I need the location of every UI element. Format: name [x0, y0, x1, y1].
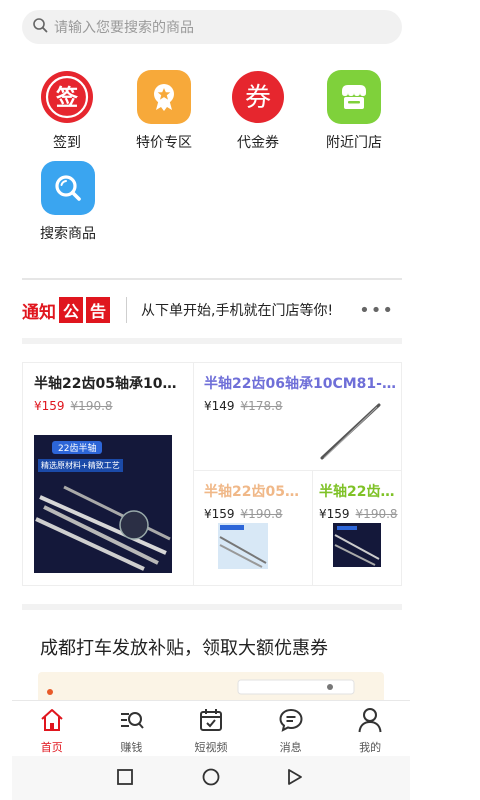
product-price-row: ¥159 ¥190.8 [204, 507, 306, 521]
search-bar[interactable]: 请输入您要搜索的商品 [22, 10, 402, 44]
notice-box-2: 告 [86, 297, 111, 323]
notice-divider [126, 297, 128, 323]
category-coupon[interactable]: 券 代金券 [213, 70, 303, 152]
category-sign-in[interactable]: 签 签到 [22, 70, 112, 152]
section-divider [22, 338, 402, 344]
product-price-row: ¥159 ¥190.8 [319, 507, 399, 521]
product-card[interactable]: 半轴22齿05轴承10C... ¥159 ¥190.8 22齿半轴 精选原材料+精… [34, 373, 184, 573]
sign-in-icon: 签 [40, 70, 94, 124]
search-icon [32, 17, 48, 37]
category-label: 代金券 [237, 135, 279, 151]
video-calendar-icon [199, 709, 222, 731]
recent-apps-icon[interactable] [117, 769, 133, 785]
grid-divider [194, 470, 401, 471]
bottom-tab-bar: 首页 赚钱 短视频 消息 我的 [12, 700, 410, 756]
search-placeholder: 请输入您要搜索的商品 [54, 20, 194, 36]
grid-divider [312, 471, 313, 585]
home-icon [41, 709, 63, 731]
product-card[interactable]: 半轴22齿06轴承10CM81-8... ¥149 ¥178.8 [204, 373, 399, 460]
section-divider [22, 604, 402, 610]
sign-in-glyph: 签 [55, 85, 79, 111]
system-nav-bar [12, 756, 410, 800]
product-old-price: ¥190.8 [240, 507, 283, 521]
ribbon-badge-icon [137, 70, 191, 124]
tab-label: 消息 [279, 741, 302, 754]
product-price-row: ¥159 ¥190.8 [34, 399, 184, 413]
product-image [333, 523, 381, 567]
category-nearby-store[interactable]: 附近门店 [309, 70, 399, 152]
store-icon [327, 70, 381, 124]
notice-bar[interactable]: 通知 公 告 从下单开始,手机就在门店等你! ••• [22, 292, 402, 328]
notice-box-1: 公 [59, 297, 84, 323]
profile-icon [358, 708, 382, 733]
product-title: 半轴22齿05轴承10C... [34, 376, 184, 392]
coupon-glyph: 券 [245, 83, 271, 113]
product-image: 22齿半轴 精选原材料+精致工艺 [34, 435, 172, 573]
more-icon[interactable]: ••• [359, 300, 394, 321]
tab-label: 短视频 [194, 741, 228, 754]
category-label: 搜索商品 [40, 226, 96, 242]
product-old-price: ¥190.8 [355, 507, 398, 521]
earn-search-icon [121, 712, 145, 729]
tab-short-video[interactable]: 短视频 [171, 701, 251, 756]
tab-mine[interactable]: 我的 [330, 701, 410, 756]
home-button-icon[interactable] [202, 768, 220, 786]
product-card[interactable]: 半轴22齿0... ¥159 ¥190.8 [319, 481, 399, 567]
promo-title: 成都打车发放补贴，领取大额优惠券 [40, 638, 328, 659]
tab-earn[interactable]: 赚钱 [92, 701, 172, 756]
tab-label: 我的 [359, 741, 382, 754]
tab-label: 首页 [40, 741, 63, 754]
message-icon [279, 708, 303, 732]
notice-text: 从下单开始,手机就在门店等你! [141, 303, 334, 319]
product-price: ¥159 [319, 507, 350, 521]
back-icon[interactable] [288, 769, 302, 785]
coupon-icon: 券 [231, 70, 285, 124]
category-special-price[interactable]: 特价专区 [119, 70, 209, 152]
product-card[interactable]: 半轴22齿05轴... ¥159 ¥190.8 [204, 481, 306, 569]
tab-messages[interactable]: 消息 [251, 701, 331, 756]
divider [22, 278, 402, 280]
category-search-goods[interactable]: 搜索商品 [23, 161, 113, 243]
product-old-price: ¥190.8 [70, 399, 113, 413]
product-title: 半轴22齿06轴承10CM81-8... [204, 376, 399, 392]
product-title: 半轴22齿05轴... [204, 484, 306, 500]
category-label: 签到 [53, 135, 81, 151]
tab-label: 赚钱 [120, 741, 143, 754]
product-price: ¥159 [34, 399, 65, 413]
notice-prefix: 通知 [22, 302, 56, 323]
promo-banner[interactable] [38, 672, 384, 700]
product-price: ¥159 [204, 507, 235, 521]
magnifier-icon [41, 161, 95, 215]
product-grid: 半轴22齿05轴承10C... ¥159 ¥190.8 22齿半轴 精选原材料+精… [22, 362, 402, 586]
product-image [218, 523, 268, 569]
tab-home[interactable]: 首页 [12, 701, 92, 756]
category-label: 附近门店 [326, 135, 382, 151]
grid-divider [193, 363, 194, 585]
product-image [320, 403, 381, 460]
product-title: 半轴22齿0... [319, 484, 399, 500]
category-label: 特价专区 [136, 135, 192, 151]
